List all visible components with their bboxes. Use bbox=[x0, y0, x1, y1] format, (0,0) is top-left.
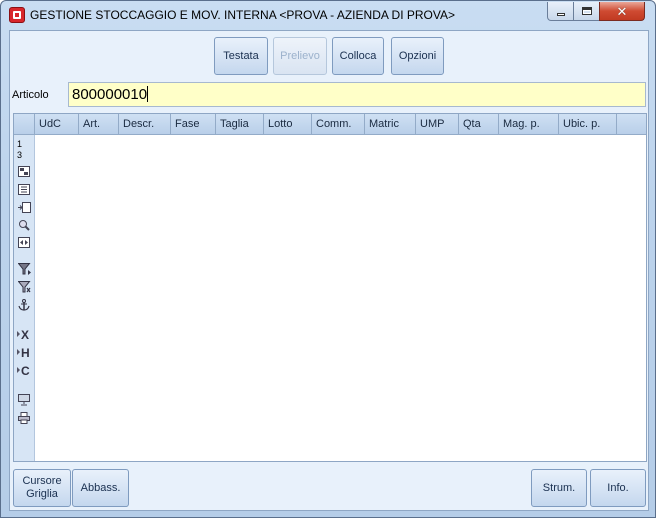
row-header-toolbar: 1 3 X H C bbox=[14, 135, 35, 461]
text-caret bbox=[147, 86, 149, 102]
anchor-icon[interactable] bbox=[17, 299, 31, 311]
testata-button[interactable]: Testata bbox=[214, 37, 268, 75]
column-header-udc[interactable]: UdC bbox=[35, 114, 79, 135]
column-header-taglia[interactable]: Taglia bbox=[216, 114, 264, 135]
articolo-label: Articolo bbox=[12, 89, 49, 101]
clear-filter-icon[interactable] bbox=[17, 281, 31, 293]
row-counter-top: 1 bbox=[17, 139, 23, 149]
abbass-button[interactable]: Abbass. bbox=[72, 469, 129, 507]
column-header-comm[interactable]: Comm. bbox=[312, 114, 365, 135]
fit-columns-icon[interactable] bbox=[17, 236, 31, 248]
data-grid[interactable]: UdC Art. Descr. Fase Taglia Lotto Comm. … bbox=[13, 113, 647, 462]
maximize-icon bbox=[581, 7, 592, 15]
articolo-value: 800000010 bbox=[72, 86, 148, 103]
list-icon[interactable] bbox=[17, 183, 31, 195]
export-h-icon[interactable]: H bbox=[17, 346, 31, 358]
articolo-input[interactable]: 800000010 bbox=[68, 82, 646, 107]
info-button[interactable]: Info. bbox=[590, 469, 646, 507]
close-icon: ✕ bbox=[616, 3, 628, 19]
minimize-button[interactable] bbox=[547, 2, 574, 21]
strum-button[interactable]: Strum. bbox=[531, 469, 587, 507]
filter-icon[interactable] bbox=[17, 263, 31, 275]
minimize-icon bbox=[556, 12, 565, 16]
opzioni-button[interactable]: Opzioni bbox=[391, 37, 444, 75]
print-icon[interactable] bbox=[17, 412, 31, 424]
app-icon[interactable] bbox=[9, 7, 25, 23]
column-header-ubic-p[interactable]: Ubic. p. bbox=[559, 114, 617, 135]
column-header-ump[interactable]: UMP bbox=[416, 114, 459, 135]
column-header-mag-p[interactable]: Mag. p. bbox=[499, 114, 559, 135]
grid-header: UdC Art. Descr. Fase Taglia Lotto Comm. … bbox=[14, 114, 646, 135]
window-title: GESTIONE STOCCAGGIO E MOV. INTERNA <PROV… bbox=[30, 8, 455, 22]
svg-text:H: H bbox=[21, 346, 30, 358]
column-header-lotto[interactable]: Lotto bbox=[264, 114, 312, 135]
prelievo-button[interactable]: Prelievo bbox=[273, 37, 327, 75]
export-c-icon[interactable]: C bbox=[17, 364, 31, 376]
column-header-fase[interactable]: Fase bbox=[171, 114, 216, 135]
row-counter-bottom: 3 bbox=[17, 150, 23, 160]
cursore-griglia-button[interactable]: Cursore Griglia bbox=[13, 469, 71, 507]
monitor-icon[interactable] bbox=[17, 394, 31, 406]
column-header-qta[interactable]: Qta bbox=[459, 114, 499, 135]
insert-row-icon[interactable] bbox=[17, 201, 31, 213]
export-x-icon[interactable]: X bbox=[17, 328, 31, 340]
client-area: Testata Prelievo Colloca Opzioni Articol… bbox=[9, 30, 649, 511]
column-header-descr[interactable]: Descr. bbox=[119, 114, 171, 135]
svg-text:C: C bbox=[21, 364, 30, 376]
colloca-button[interactable]: Colloca bbox=[332, 37, 384, 75]
grid-corner[interactable] bbox=[14, 114, 35, 135]
column-header-matric[interactable]: Matric bbox=[365, 114, 416, 135]
svg-text:X: X bbox=[21, 328, 29, 340]
zoom-icon[interactable] bbox=[17, 219, 31, 231]
main-window: GESTIONE STOCCAGGIO E MOV. INTERNA <PROV… bbox=[0, 0, 656, 518]
maximize-button[interactable] bbox=[573, 2, 600, 21]
title-bar[interactable]: GESTIONE STOCCAGGIO E MOV. INTERNA <PROV… bbox=[1, 1, 655, 29]
column-header-art[interactable]: Art. bbox=[79, 114, 119, 135]
select-all-icon[interactable] bbox=[17, 165, 31, 177]
close-button[interactable]: ✕ bbox=[599, 2, 645, 21]
